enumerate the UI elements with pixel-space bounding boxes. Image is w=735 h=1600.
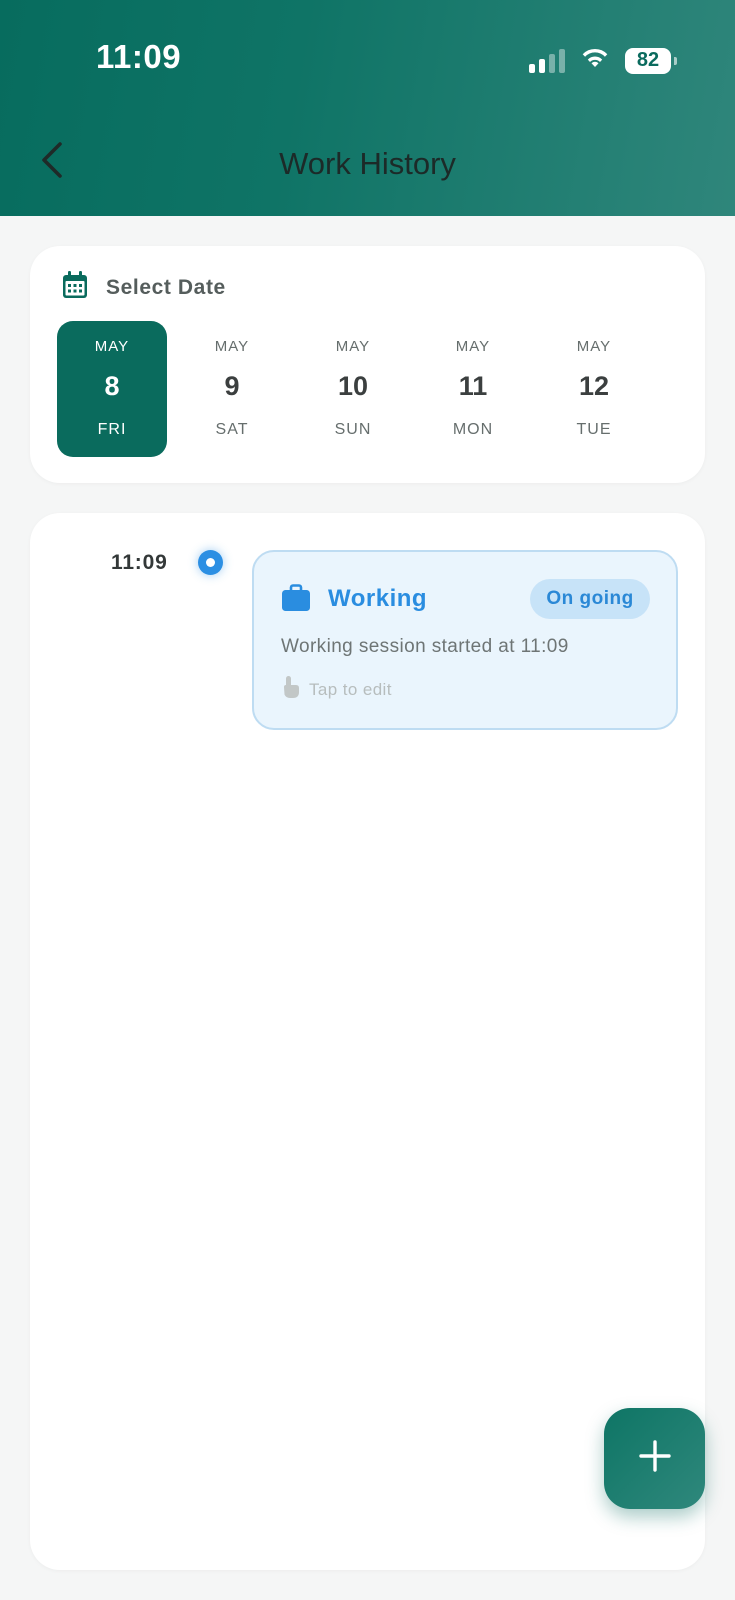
briefcase-icon: [281, 584, 311, 617]
day-weekday: FRI: [97, 421, 127, 438]
day-number: 9: [224, 371, 240, 401]
event-title: Working: [328, 585, 428, 612]
day-chip-may-10[interactable]: MAY 10 SUN: [298, 321, 408, 457]
day-month: MAY: [576, 338, 612, 355]
battery-icon: 82: [625, 47, 677, 74]
calendar-icon: [62, 271, 88, 304]
tap-to-edit-hint: Tap to edit: [281, 675, 392, 704]
day-weekday: SAT: [215, 421, 249, 438]
timeline-dot-icon: [198, 550, 223, 575]
day-month: MAY: [335, 338, 371, 355]
day-chip-may-9[interactable]: MAY 9 SAT: [177, 321, 287, 457]
date-selector-title: Select Date: [106, 275, 226, 299]
day-number: 12: [578, 371, 610, 401]
day-month: MAY: [214, 338, 250, 355]
timeline-card: 11:09 Working On going Working session s…: [30, 513, 705, 1570]
day-number: 11: [458, 371, 488, 401]
day-chip-may-11[interactable]: MAY 11 MON: [418, 321, 528, 457]
battery-level: 82: [636, 49, 660, 71]
timeline-time: 11:09: [111, 551, 168, 574]
status-time: 11:09: [96, 38, 182, 75]
date-selector-header: Select Date: [62, 271, 226, 304]
status-icons: 82: [529, 46, 677, 75]
work-session-card[interactable]: Working On going Working session started…: [252, 550, 678, 730]
day-chip-may-12[interactable]: MAY 12 TUE: [539, 321, 649, 457]
date-selector-card: Select Date MAY 8 FRI MAY 9 SAT MAY 10 S…: [30, 246, 705, 483]
day-weekday: SUN: [334, 421, 372, 438]
app-header: 11:09 82 Work History: [0, 0, 735, 216]
status-badge: On going: [530, 579, 650, 619]
day-weekday: TUE: [576, 421, 612, 438]
signal-icon: [529, 48, 565, 73]
day-month: MAY: [455, 338, 491, 355]
day-number: 10: [337, 371, 369, 401]
page-title: Work History: [279, 146, 456, 181]
day-chip-may-8[interactable]: MAY 8 FRI: [57, 321, 167, 457]
add-entry-button[interactable]: [604, 1408, 705, 1509]
plus-icon: [638, 1439, 672, 1478]
wifi-icon: [579, 46, 611, 75]
tap-to-edit-text: Tap to edit: [309, 679, 392, 699]
day-number: 8: [104, 371, 120, 401]
tap-hand-icon: [281, 675, 301, 704]
day-month: MAY: [94, 338, 130, 355]
day-weekday: MON: [452, 421, 494, 438]
event-description: Working session started at 11:09: [281, 636, 569, 657]
